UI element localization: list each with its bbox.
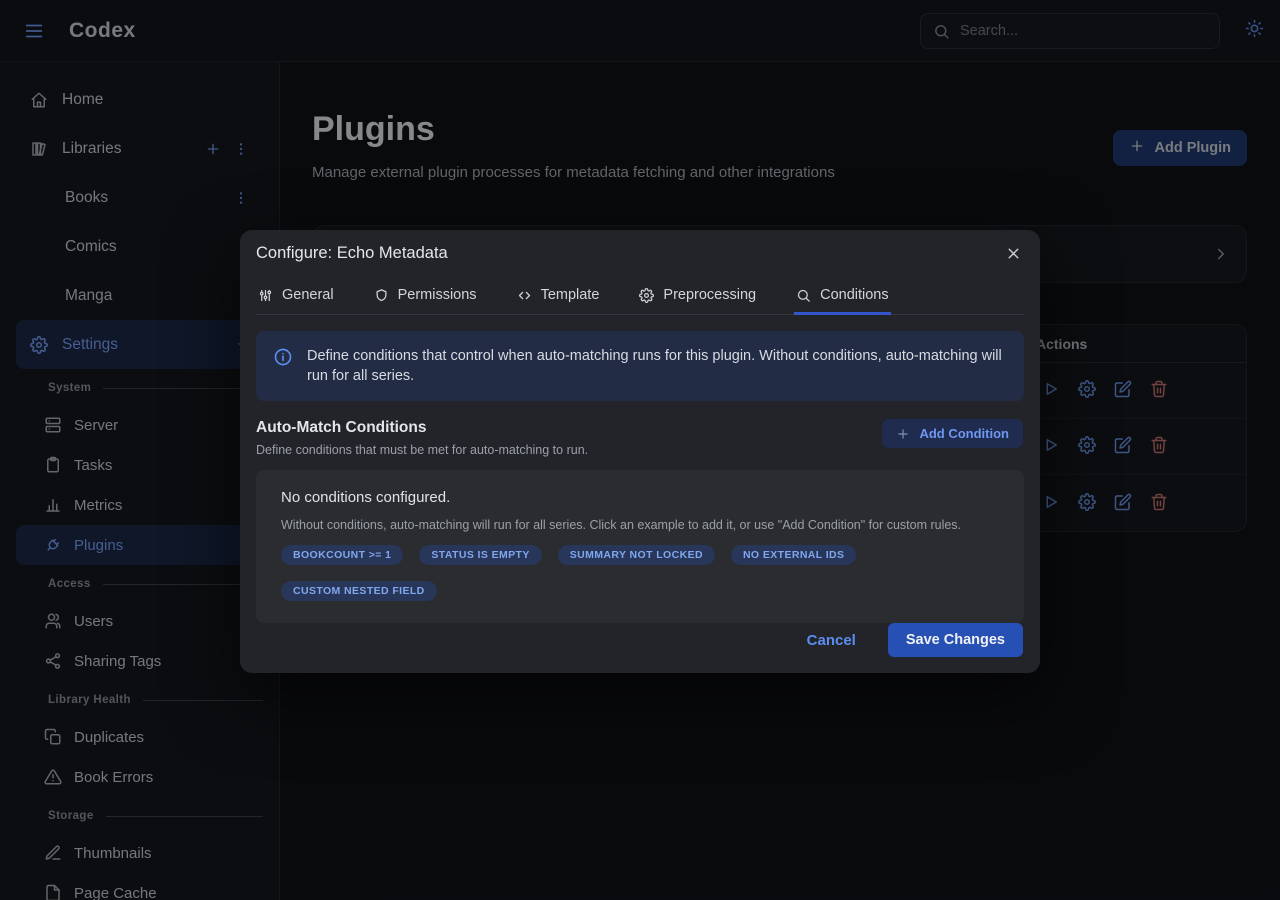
tab-label: Permissions [398,287,477,303]
example-condition-chips: BOOKCOUNT >= 1 STATUS IS EMPTY SUMMARY NOT… [281,545,999,601]
tab-preprocessing[interactable]: Preprocessing [637,281,758,315]
example-chip-no-external-ids[interactable]: NO EXTERNAL IDS [731,545,856,565]
example-chip-status-is-empty[interactable]: STATUS IS EMPTY [419,545,541,565]
modal-header: Configure: Echo Metadata [240,230,1040,277]
modal-tab-bar: General Permissions Template Preprocessing C… [256,281,1024,315]
empty-state-description: Without conditions, auto-matching will r… [281,518,999,532]
auto-match-conditions-subtext: Define conditions that must be met for a… [256,443,588,457]
code-icon [517,288,532,303]
tab-conditions[interactable]: Conditions [794,281,891,315]
tab-template[interactable]: Template [515,281,602,315]
configure-plugin-modal: Configure: Echo Metadata General Permissi… [240,230,1040,673]
example-chip-summary-not-locked[interactable]: SUMMARY NOT LOCKED [558,545,715,565]
info-icon [273,347,293,386]
tab-label: Template [541,287,600,303]
close-icon[interactable] [1003,243,1024,264]
tab-permissions[interactable]: Permissions [372,281,479,315]
sliders-icon [258,288,273,303]
conditions-info-banner: Define conditions that control when auto… [256,331,1024,401]
auto-match-conditions-heading: Auto-Match Conditions [256,419,588,437]
example-chip-custom-nested-field[interactable]: CUSTOM NESTED FIELD [281,581,437,601]
tab-label: General [282,287,334,303]
search-icon [796,288,811,303]
cancel-button[interactable]: Cancel [807,632,856,649]
example-chip-bookcount-1[interactable]: BOOKCOUNT >= 1 [281,545,403,565]
empty-state-title: No conditions configured. [281,489,999,506]
tab-label: Preprocessing [663,287,756,303]
info-text: Define conditions that control when auto… [307,346,1007,386]
empty-conditions-box: No conditions configured. Without condit… [256,470,1024,623]
modal-title: Configure: Echo Metadata [256,244,1003,263]
plus-icon [896,427,910,441]
shield-icon [374,288,389,303]
tab-general[interactable]: General [256,281,336,315]
save-changes-button[interactable]: Save Changes [888,623,1023,657]
gear-icon [639,288,654,303]
tab-label: Conditions [820,287,889,303]
modal-footer: Cancel Save Changes [240,623,1040,673]
add-condition-button[interactable]: Add Condition [882,419,1023,448]
